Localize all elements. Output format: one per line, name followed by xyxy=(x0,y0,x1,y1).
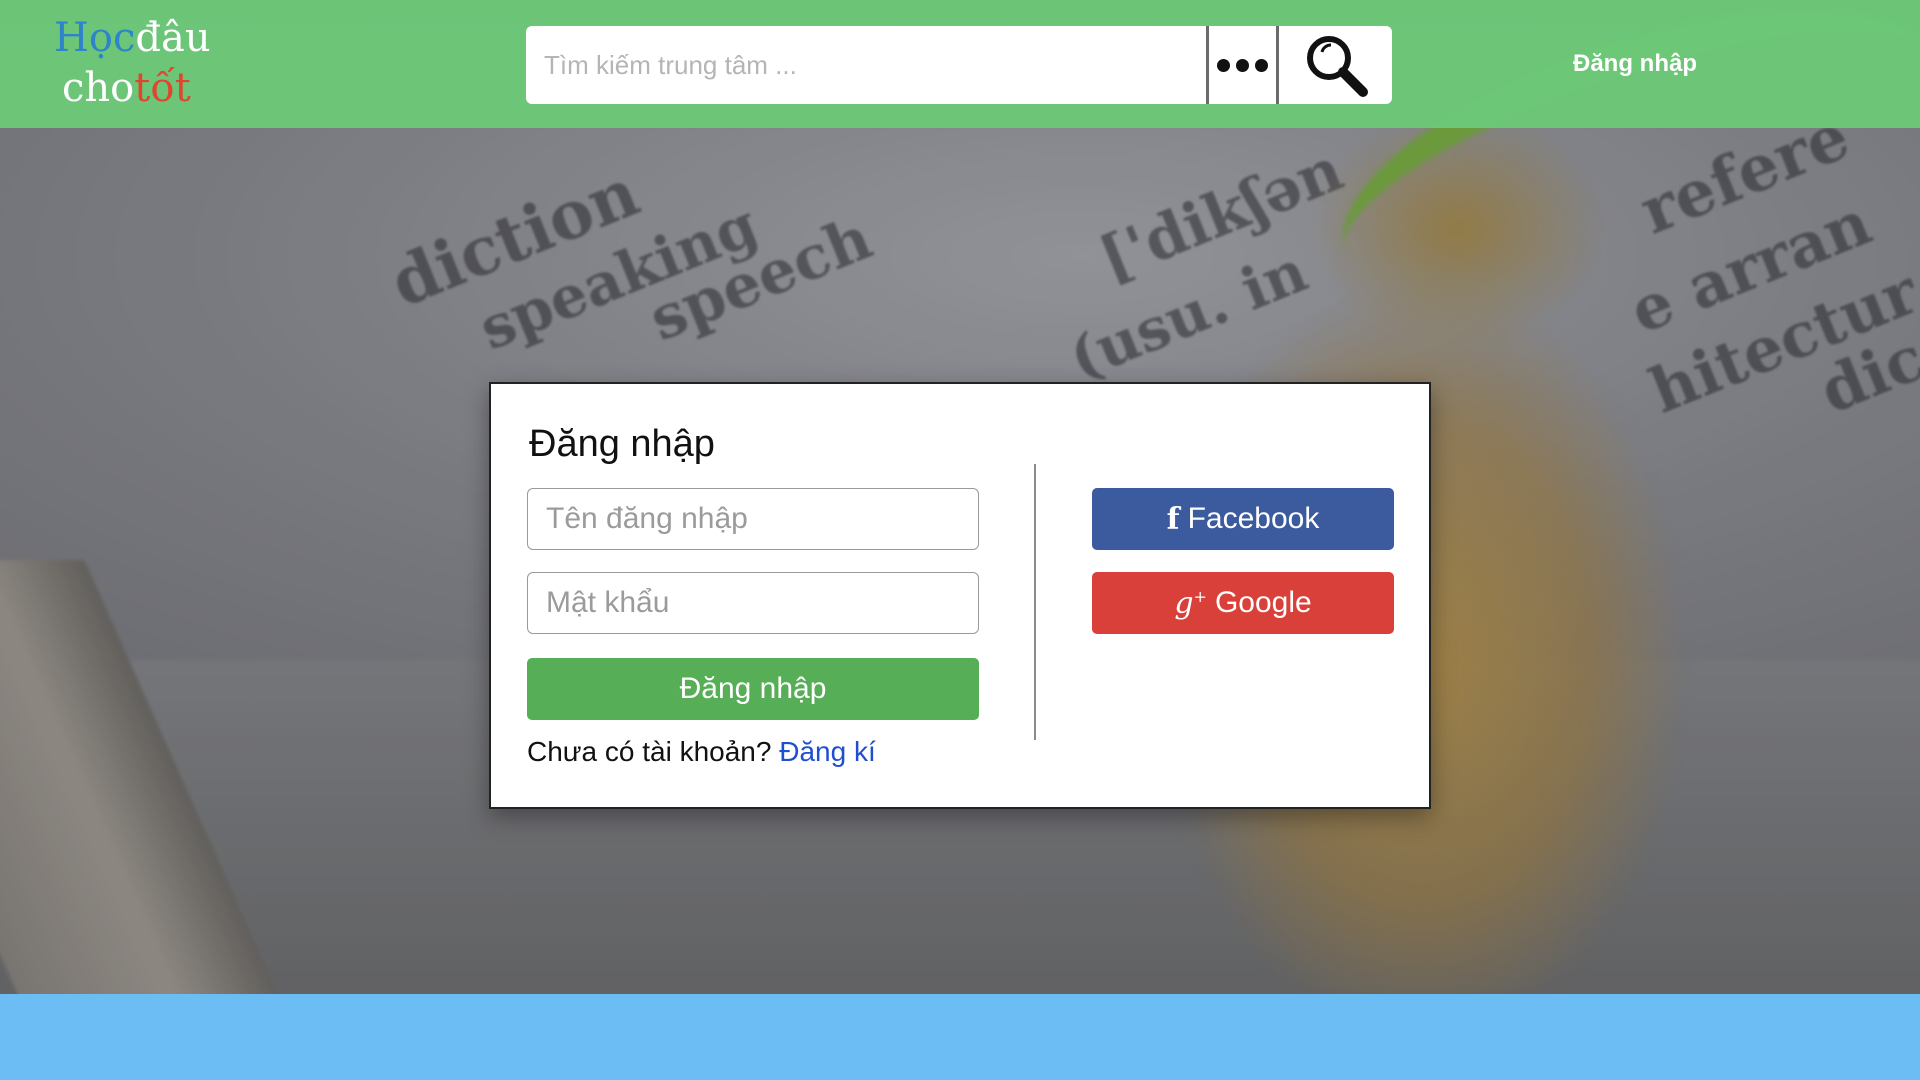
search-bar xyxy=(526,26,1392,104)
signup-prompt: Chưa có tài khoản? Đăng kí xyxy=(527,732,876,772)
google-login-button[interactable]: g+ Google xyxy=(1092,572,1394,634)
signup-link[interactable]: Đăng kí xyxy=(779,736,876,767)
search-icon xyxy=(1306,36,1368,97)
login-title: Đăng nhập xyxy=(529,423,715,465)
username-input[interactable] xyxy=(527,488,979,550)
top-header: Họcđâu chotốt Đăng nhập xyxy=(0,0,1920,128)
facebook-icon: f xyxy=(1166,501,1180,537)
google-label: Google xyxy=(1214,586,1312,619)
logo-line-1: Họcđâu xyxy=(54,15,211,61)
search-input[interactable] xyxy=(526,26,1206,104)
more-dots-icon xyxy=(1217,58,1268,72)
footer-bar xyxy=(0,994,1920,1080)
more-options-button[interactable] xyxy=(1206,26,1276,104)
logo-line-2: chotốt xyxy=(62,65,191,111)
search-button[interactable] xyxy=(1276,26,1392,104)
no-account-text: Chưa có tài khoản? xyxy=(527,736,772,767)
login-modal: Đăng nhập Đăng nhập Chưa có tài khoản? Đ… xyxy=(489,382,1431,809)
facebook-label: Facebook xyxy=(1187,502,1320,535)
header-login-link[interactable]: Đăng nhập xyxy=(1560,46,1710,82)
login-submit-button[interactable]: Đăng nhập xyxy=(527,658,979,720)
google-plus-icon: g+ xyxy=(1174,585,1207,621)
modal-divider xyxy=(1034,464,1036,740)
site-logo[interactable]: Họcđâu chotốt xyxy=(52,14,222,114)
facebook-login-button[interactable]: f Facebook xyxy=(1092,488,1394,550)
password-input[interactable] xyxy=(527,572,979,634)
